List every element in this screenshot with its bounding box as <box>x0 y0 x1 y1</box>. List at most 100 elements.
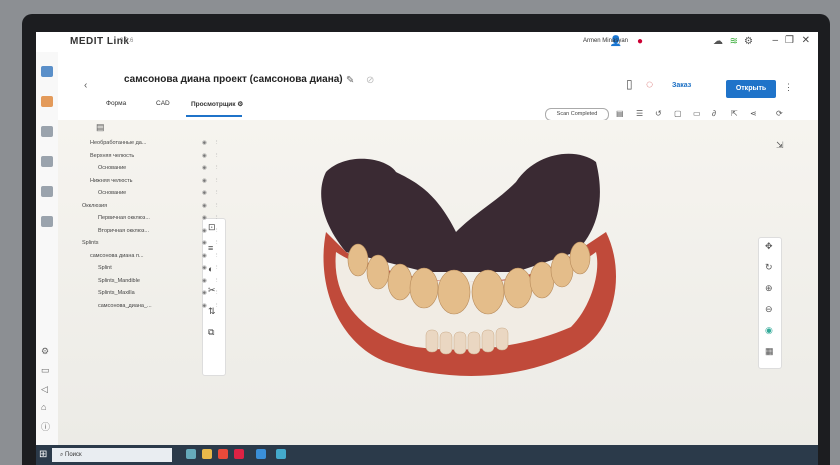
layers-icon[interactable]: ▦ <box>765 346 774 357</box>
app-icon[interactable] <box>234 449 244 459</box>
more-icon[interactable]: ⋮ <box>214 253 220 259</box>
eye-icon[interactable]: ◉ <box>202 290 207 296</box>
more-icon[interactable]: ⋮ <box>214 265 220 271</box>
eye-icon[interactable]: ◉ <box>202 165 207 171</box>
tree-item[interactable]: Нижняя челюсть ◉ ⋮ <box>90 178 240 184</box>
link-icon[interactable]: ⊘ <box>366 75 374 86</box>
more-icon[interactable]: ⋮ <box>784 82 793 93</box>
more-icon[interactable]: ⋮ <box>214 140 220 146</box>
eye-icon[interactable]: ◉ <box>202 303 207 309</box>
sidebar-item-cases[interactable] <box>38 96 56 108</box>
back-button[interactable]: ‹ <box>84 80 87 91</box>
taskview-icon[interactable] <box>186 449 196 459</box>
close-button[interactable]: ✕ <box>802 35 810 46</box>
tree-item[interactable]: Окклюзия ◉ ⋮ <box>82 203 232 209</box>
zoom-in-icon[interactable]: ⊕ <box>765 283 773 294</box>
eye-icon[interactable]: ◉ <box>202 253 207 259</box>
document-icon[interactable]: ▤ <box>616 109 624 118</box>
more-icon[interactable]: ⋮ <box>214 215 220 221</box>
eye-icon[interactable]: ◉ <box>202 240 207 246</box>
export-icon[interactable]: ⇱ <box>731 109 738 118</box>
copy-icon[interactable]: ▢ <box>674 109 682 118</box>
eye-icon[interactable]: ◉ <box>202 203 207 209</box>
tree-item[interactable]: Splint ◉ ⋮ <box>98 265 248 271</box>
more-icon[interactable]: ⋮ <box>214 203 220 209</box>
tree-item[interactable]: Splints ◉ ⋮ <box>82 240 232 246</box>
tab-cad[interactable]: CAD <box>156 100 170 107</box>
more-icon[interactable]: ⋮ <box>214 290 220 296</box>
tree-item[interactable]: самсонова диана п... ◉ ⋮ <box>90 253 240 259</box>
more-icon[interactable]: ⋮ <box>214 228 220 234</box>
tree-panel-icon[interactable]: ▤ <box>96 122 105 133</box>
eye-icon[interactable]: ◉ <box>202 265 207 271</box>
share-icon[interactable]: ⋖ <box>750 109 757 118</box>
tree-item[interactable]: Основание ◉ ⋮ <box>98 165 248 171</box>
notification-icon[interactable]: ● <box>637 36 643 48</box>
delete-icon[interactable]: ▭ <box>693 109 701 118</box>
explorer-icon[interactable] <box>202 449 212 459</box>
eye-icon[interactable]: ◉ <box>202 178 207 184</box>
list-icon[interactable]: ☰ <box>636 109 643 118</box>
occlusion-icon[interactable]: ⧉ <box>208 327 214 338</box>
dental-model[interactable] <box>306 142 646 402</box>
gear-icon[interactable]: ⚙ <box>41 346 49 357</box>
info-icon[interactable]: ⓘ <box>41 420 50 433</box>
tree-item[interactable]: самсонова_диана_... ◉ ⋮ <box>98 303 248 309</box>
taskbar-search[interactable]: ⌕ Поиск <box>52 448 172 462</box>
eye-icon[interactable]: ◉ <box>202 140 207 146</box>
tab-form[interactable]: Форма <box>106 100 126 107</box>
tab-viewer[interactable]: Просмотрщик ⚙ <box>191 100 243 108</box>
tree-item[interactable]: Необработанные да... ◉ ⋮ <box>90 140 240 146</box>
app-active-icon[interactable] <box>276 449 286 459</box>
open-button[interactable]: Открыть <box>726 80 776 98</box>
medit-taskbar-icon[interactable] <box>256 449 266 459</box>
tree-item-label: Основание <box>98 165 127 171</box>
history-icon[interactable]: ↺ <box>655 109 662 118</box>
more-icon[interactable]: ⋮ <box>214 240 220 246</box>
settings-icon[interactable]: ⚙ <box>744 36 753 48</box>
tree-item[interactable]: Первичная окклюз... ◉ ⋮ <box>98 215 248 221</box>
start-button[interactable]: ⊞ <box>39 449 47 460</box>
order-button[interactable]: Заказ <box>672 82 691 89</box>
tree-item-label: Основание <box>98 190 127 196</box>
zoom-out-icon[interactable]: ⊖ <box>765 304 773 315</box>
more-icon[interactable]: ⋮ <box>214 178 220 184</box>
cloud-icon[interactable]: ☁ <box>713 36 723 48</box>
more-icon[interactable]: ⋮ <box>214 278 220 284</box>
eye-icon[interactable]: ◉ <box>202 228 207 234</box>
rotate-icon[interactable]: ↻ <box>765 262 773 273</box>
edit-icon[interactable]: ✎ <box>346 75 354 86</box>
sidebar-item-work[interactable] <box>38 126 56 138</box>
maximize-button[interactable]: ❐ <box>785 35 794 46</box>
sidebar-item-talk[interactable] <box>38 156 56 168</box>
chrome-icon[interactable] <box>218 449 228 459</box>
sidebar-item-dashboard[interactable] <box>38 66 56 78</box>
eye-icon[interactable]: ◉ <box>202 190 207 196</box>
eye-icon[interactable]: ◉ <box>202 215 207 221</box>
video-icon[interactable]: ▭ <box>41 365 50 376</box>
color-icon[interactable]: ◉ <box>765 325 773 336</box>
refresh-icon[interactable]: ⟳ <box>776 109 783 118</box>
attach-icon[interactable]: ∂ <box>712 109 716 118</box>
scanner-icon[interactable]: ▯ <box>626 78 633 90</box>
more-icon[interactable]: ⋮ <box>214 303 220 309</box>
more-icon[interactable]: ⋮ <box>214 190 220 196</box>
eye-icon[interactable]: ◉ <box>202 153 207 159</box>
more-icon[interactable]: ⋮ <box>214 153 220 159</box>
tree-item-label: Необработанные да... <box>90 140 147 146</box>
sidebar-item-box[interactable] <box>38 186 56 198</box>
home-icon[interactable]: ⌂ <box>41 402 46 412</box>
minimize-button[interactable]: – <box>772 35 778 46</box>
tree-item[interactable]: Splints_Mandible ◉ ⋮ <box>98 278 248 284</box>
move-icon[interactable]: ✥ <box>765 241 773 252</box>
tree-item[interactable]: Вторичная окклюз... ◉ ⋮ <box>98 228 248 234</box>
more-icon[interactable]: ⋮ <box>214 165 220 171</box>
tree-item[interactable]: Основание ◉ ⋮ <box>98 190 248 196</box>
screenshot-icon[interactable]: ⇲ <box>776 140 784 151</box>
eye-icon[interactable]: ◉ <box>202 278 207 284</box>
appliance-icon[interactable]: ◌ <box>646 78 653 90</box>
megaphone-icon[interactable]: ◁ <box>41 384 48 395</box>
tree-item[interactable]: Splints_Maxilla ◉ ⋮ <box>98 290 248 296</box>
tree-item[interactable]: Верхняя челюсть ◉ ⋮ <box>90 153 240 159</box>
sidebar-item-trash[interactable] <box>38 216 56 228</box>
